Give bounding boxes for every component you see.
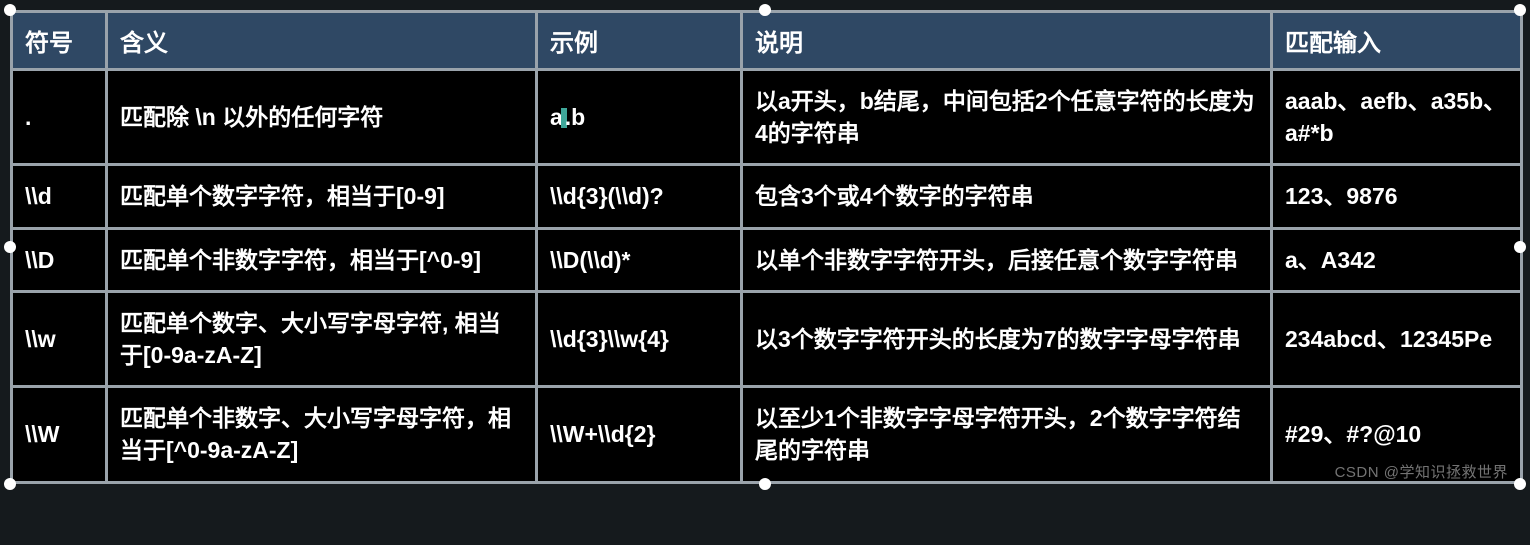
- regex-table: 符号 含义 示例 说明 匹配输入 . 匹配除 \n 以外的任何字符 a.b 以a…: [10, 10, 1523, 484]
- cell-symbol: \\d: [12, 165, 107, 228]
- cell-desc: 以单个非数字字符开头，后接任意个数字字符串: [742, 228, 1272, 291]
- resize-handle-top-mid[interactable]: [759, 4, 771, 16]
- cell-example: \\d{3}(\\d)?: [537, 165, 742, 228]
- cell-meaning: 匹配单个非数字、大小写字母字符，相当于[^0-9a-zA-Z]: [107, 387, 537, 482]
- cell-symbol: \\W: [12, 387, 107, 482]
- cell-desc: 以至少1个非数字字母字符开头，2个数字字符结尾的字符串: [742, 387, 1272, 482]
- cell-example: \\d{3}\\w{4}: [537, 291, 742, 386]
- cell-example[interactable]: a.b: [537, 70, 742, 165]
- table-frame: 符号 含义 示例 说明 匹配输入 . 匹配除 \n 以外的任何字符 a.b 以a…: [10, 10, 1520, 484]
- header-meaning: 含义: [107, 12, 537, 70]
- cell-desc: 包含3个或4个数字的字符串: [742, 165, 1272, 228]
- resize-handle-mid-left[interactable]: [4, 241, 16, 253]
- cell-match: aaab、aefb、a35b、a#*b: [1272, 70, 1522, 165]
- table-row: \\W 匹配单个非数字、大小写字母字符，相当于[^0-9a-zA-Z] \\W+…: [12, 387, 1522, 482]
- cell-desc: 以3个数字字符开头的长度为7的数字字母字符串: [742, 291, 1272, 386]
- cell-symbol: \\w: [12, 291, 107, 386]
- resize-handle-bottom-mid[interactable]: [759, 478, 771, 490]
- cell-example: \\W+\\d{2}: [537, 387, 742, 482]
- header-match: 匹配输入: [1272, 12, 1522, 70]
- table-row: . 匹配除 \n 以外的任何字符 a.b 以a开头，b结尾，中间包括2个任意字符…: [12, 70, 1522, 165]
- example-post: .b: [565, 104, 585, 130]
- resize-handle-bottom-left[interactable]: [4, 478, 16, 490]
- resize-handle-mid-right[interactable]: [1514, 241, 1526, 253]
- resize-handle-bottom-right[interactable]: [1514, 478, 1526, 490]
- cell-match: a、A342: [1272, 228, 1522, 291]
- watermark-text: CSDN @学知识拯救世界: [1335, 461, 1508, 482]
- table-row: \\w 匹配单个数字、大小写字母字符, 相当于[0-9a-zA-Z] \\d{3…: [12, 291, 1522, 386]
- header-desc: 说明: [742, 12, 1272, 70]
- resize-handle-top-right[interactable]: [1514, 4, 1526, 16]
- table-row: \\D 匹配单个非数字字符，相当于[^0-9] \\D(\\d)* 以单个非数字…: [12, 228, 1522, 291]
- table-body: . 匹配除 \n 以外的任何字符 a.b 以a开头，b结尾，中间包括2个任意字符…: [12, 70, 1522, 483]
- cell-match: 234abcd、12345Pe: [1272, 291, 1522, 386]
- header-row: 符号 含义 示例 说明 匹配输入: [12, 12, 1522, 70]
- cell-match: 123、9876: [1272, 165, 1522, 228]
- cell-symbol: \\D: [12, 228, 107, 291]
- table-row: \\d 匹配单个数字字符，相当于[0-9] \\d{3}(\\d)? 包含3个或…: [12, 165, 1522, 228]
- header-symbol: 符号: [12, 12, 107, 70]
- header-example: 示例: [537, 12, 742, 70]
- cell-desc: 以a开头，b结尾，中间包括2个任意字符的长度为4的字符串: [742, 70, 1272, 165]
- cell-meaning: 匹配单个数字、大小写字母字符, 相当于[0-9a-zA-Z]: [107, 291, 537, 386]
- resize-handle-top-left[interactable]: [4, 4, 16, 16]
- cell-meaning: 匹配单个非数字字符，相当于[^0-9]: [107, 228, 537, 291]
- cell-example: \\D(\\d)*: [537, 228, 742, 291]
- cell-symbol: .: [12, 70, 107, 165]
- cell-meaning: 匹配除 \n 以外的任何字符: [107, 70, 537, 165]
- cell-meaning: 匹配单个数字字符，相当于[0-9]: [107, 165, 537, 228]
